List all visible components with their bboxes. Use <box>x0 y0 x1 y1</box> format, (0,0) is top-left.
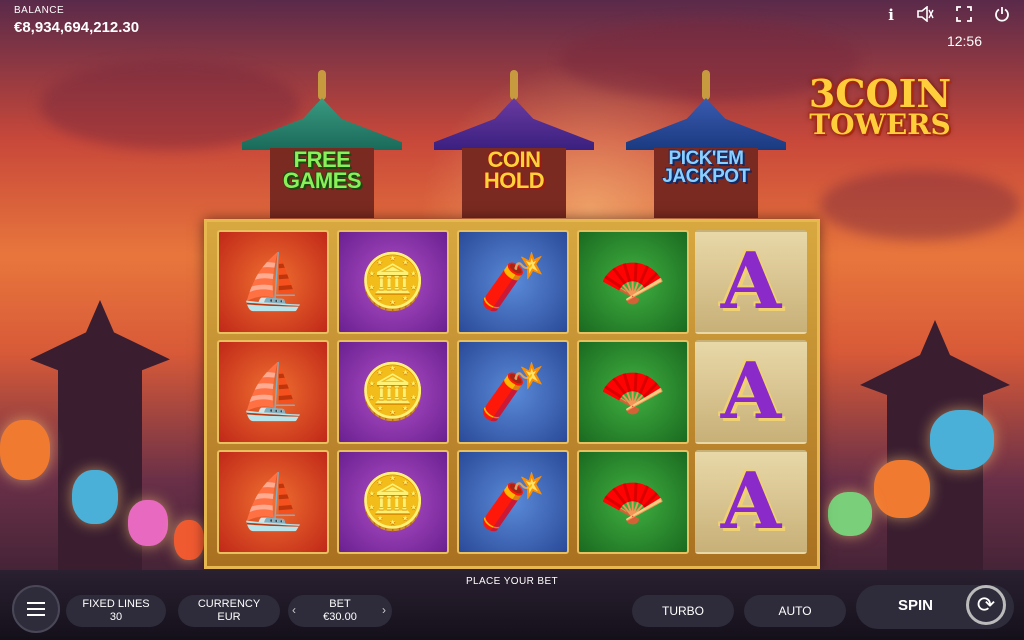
logo-line2: TOWERS <box>809 108 951 142</box>
menu-button[interactable] <box>12 585 60 633</box>
auto-label: AUTO <box>778 603 812 618</box>
balance-panel: BALANCE €8,934,694,212.30 <box>14 5 139 36</box>
tower-coin-hold: COIN HOLD <box>434 70 594 220</box>
bet-value: €30.00 <box>323 611 357 623</box>
red-fan-icon: 🪭 <box>599 252 667 312</box>
gold-coins-icon: 🪙 <box>359 252 427 312</box>
golden-ship-icon: ⛵ <box>239 252 307 312</box>
fixed-lines-display: FIXED LINES 30 <box>66 595 166 627</box>
reel-symbol-golden-ship: ⛵ <box>217 340 329 444</box>
reel-symbol-gold-coins: 🪙 <box>337 340 449 444</box>
reel-symbol-red-fan: 🪭 <box>577 230 689 334</box>
power-icon[interactable] <box>994 6 1010 26</box>
reel-symbol-letter-a: A <box>695 230 807 334</box>
tower-pickem-jackpot: PICK'EM JACKPOT <box>626 70 786 220</box>
reel-grid: ⛵ ⛵ ⛵ 🪙 🪙 🪙 🧨 🧨 🧨 🪭 🪭 🪭 A A A <box>204 219 820 569</box>
spin-label: SPIN <box>898 597 934 614</box>
game-logo: 3COIN TOWERS <box>800 71 960 142</box>
tower-free-games: FREE GAMES <box>242 70 402 220</box>
red-fan-icon: 🪭 <box>599 362 667 422</box>
tower-sign-line2: GAMES <box>282 167 362 193</box>
lantern <box>828 492 872 536</box>
tower-roof <box>626 98 786 150</box>
balance-value: €8,934,694,212.30 <box>14 19 140 36</box>
info-icon[interactable]: i <box>888 6 894 26</box>
lantern <box>174 520 204 560</box>
reel-symbol-firecrackers: 🧨 <box>457 230 569 334</box>
currency-label: CURRENCY <box>197 597 261 610</box>
gold-coins-icon: 🪙 <box>359 362 427 422</box>
lantern <box>0 420 50 480</box>
reel-symbol-golden-ship: ⛵ <box>217 450 329 554</box>
golden-ship-icon: ⛵ <box>239 472 307 532</box>
tower-sign-line2: JACKPOT <box>662 166 750 188</box>
letter-a-icon: A <box>720 456 782 547</box>
golden-ship-icon: ⛵ <box>239 362 307 422</box>
lantern <box>128 500 168 546</box>
firecrackers-icon: 🧨 <box>479 362 547 422</box>
tower-roof <box>242 98 402 150</box>
reel-symbol-golden-ship: ⛵ <box>217 230 329 334</box>
lantern <box>72 470 118 524</box>
red-fan-icon: 🪭 <box>599 472 667 532</box>
tower-roof <box>434 98 594 150</box>
gold-coins-icon: 🪙 <box>359 472 427 532</box>
cloud <box>820 170 1020 240</box>
turbo-button[interactable]: TURBO <box>632 595 734 627</box>
logo-line1: 3COIN <box>808 71 952 116</box>
balance-label: BALANCE <box>14 5 65 16</box>
lantern <box>874 460 930 518</box>
reel-symbol-letter-a: A <box>695 450 807 554</box>
auto-button[interactable]: AUTO <box>744 595 846 627</box>
reel-symbol-gold-coins: 🪙 <box>337 450 449 554</box>
reel-symbol-red-fan: 🪭 <box>577 450 689 554</box>
fullscreen-icon[interactable] <box>956 6 972 26</box>
lantern <box>930 410 994 470</box>
fixed-lines-label: FIXED LINES <box>82 597 150 610</box>
bet-increase-icon[interactable]: › <box>382 603 386 617</box>
sound-icon[interactable] <box>916 5 934 26</box>
letter-a-icon: A <box>720 236 782 327</box>
reel-symbol-gold-coins: 🪙 <box>337 230 449 334</box>
tower-spire <box>702 70 710 100</box>
turbo-label: TURBO <box>662 603 704 618</box>
fixed-lines-value: 30 <box>109 611 123 623</box>
reel-symbol-firecrackers: 🧨 <box>457 340 569 444</box>
letter-a-icon: A <box>720 346 782 437</box>
reel-symbol-red-fan: 🪭 <box>577 340 689 444</box>
reel-symbol-firecrackers: 🧨 <box>457 450 569 554</box>
hud-icons: i <box>888 5 1010 26</box>
tower-spire <box>318 70 326 100</box>
tower-sign: PICK'EM JACKPOT <box>636 149 776 188</box>
hamburger-icon <box>27 602 45 616</box>
reel-symbol-letter-a: A <box>695 340 807 444</box>
spin-arrows-icon[interactable]: ⟳ <box>966 585 1006 625</box>
clock: 12:56 <box>946 33 982 49</box>
bet-selector: BET €30.00 <box>288 595 392 627</box>
tower-sign-line2: HOLD <box>483 167 545 193</box>
currency-selector[interactable]: CURRENCY EUR <box>178 595 280 627</box>
tower-sign: FREE GAMES <box>252 149 392 193</box>
firecrackers-icon: 🧨 <box>479 252 547 312</box>
bet-decrease-icon[interactable]: ‹ <box>292 603 296 617</box>
currency-value: EUR <box>217 611 241 623</box>
tower-sign: COIN HOLD <box>444 149 584 193</box>
firecrackers-icon: 🧨 <box>479 472 547 532</box>
bet-label: BET <box>329 597 351 610</box>
tower-spire <box>510 70 518 100</box>
